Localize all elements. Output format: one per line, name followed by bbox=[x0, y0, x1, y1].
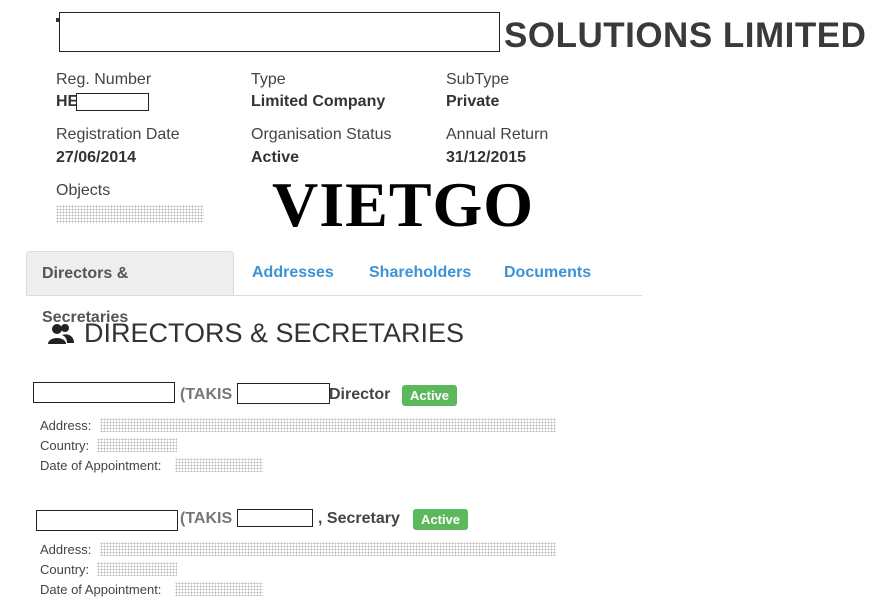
blurred-country bbox=[97, 562, 177, 576]
registration-date-label: Registration Date bbox=[56, 126, 180, 143]
tab-addresses[interactable]: Addresses bbox=[252, 251, 334, 295]
blurred-objects bbox=[56, 205, 204, 223]
redacted-reg-number bbox=[76, 93, 149, 111]
annual-return-value: 31/12/2015 bbox=[446, 149, 527, 166]
officer-2-appointment-label: Date of Appointment: bbox=[40, 582, 162, 597]
type-label: Type bbox=[251, 71, 286, 88]
redacted-officer-1-alias bbox=[237, 383, 330, 404]
status-badge: Active bbox=[402, 385, 458, 406]
tab-directors-secretaries[interactable]: Directors & Secretaries bbox=[26, 251, 234, 326]
blurred-date bbox=[175, 458, 263, 472]
officer-2-country-label: Country: bbox=[40, 562, 90, 577]
blurred-country bbox=[97, 438, 177, 452]
redacted-company-name bbox=[59, 12, 500, 52]
section-title: DIRECTORS & SECRETARIES bbox=[84, 318, 465, 348]
officer-2-role: , Secretary bbox=[318, 510, 400, 527]
tab-shareholders[interactable]: Shareholders bbox=[369, 251, 471, 295]
blurred-address bbox=[100, 542, 556, 556]
blurred-date bbox=[175, 582, 263, 596]
users-icon bbox=[48, 323, 74, 344]
organisation-status-value: Active bbox=[251, 149, 300, 166]
company-title: SOLUTIONS LIMITED bbox=[504, 16, 867, 55]
redacted-officer-2-alias bbox=[237, 509, 313, 527]
registration-date-value: 27/06/2014 bbox=[56, 149, 137, 166]
organisation-status-label: Organisation Status bbox=[251, 126, 392, 143]
reg-number-label: Reg. Number bbox=[56, 71, 152, 88]
redacted-officer-2-name bbox=[36, 510, 178, 531]
type-value: Limited Company bbox=[251, 93, 386, 110]
officer-1-country-label: Country: bbox=[40, 438, 90, 453]
tab-bar: Directors & Secretaries Addresses Shareh… bbox=[26, 251, 642, 326]
officer-1-address-label: Address: bbox=[40, 418, 92, 433]
section-heading: DIRECTORS & SECRETARIES bbox=[48, 318, 464, 349]
tab-documents[interactable]: Documents bbox=[504, 251, 591, 295]
annual-return-label: Annual Return bbox=[446, 126, 549, 143]
status-badge: Active bbox=[413, 509, 469, 530]
reg-number-value: HE bbox=[56, 93, 79, 110]
officer-2-paren: (TAKIS bbox=[180, 510, 233, 527]
officer-1-appointment-label: Date of Appointment: bbox=[40, 458, 162, 473]
blurred-address bbox=[100, 418, 556, 432]
subtype-label: SubType bbox=[446, 71, 510, 88]
officer-1-paren: (TAKIS bbox=[180, 386, 233, 403]
objects-label: Objects bbox=[56, 182, 111, 199]
officer-1-role: Director bbox=[329, 386, 391, 403]
officer-2-address-label: Address: bbox=[40, 542, 92, 557]
redacted-officer-1-name bbox=[33, 382, 175, 403]
watermark-logo: VIETGO bbox=[272, 169, 535, 240]
subtype-value: Private bbox=[446, 93, 500, 110]
